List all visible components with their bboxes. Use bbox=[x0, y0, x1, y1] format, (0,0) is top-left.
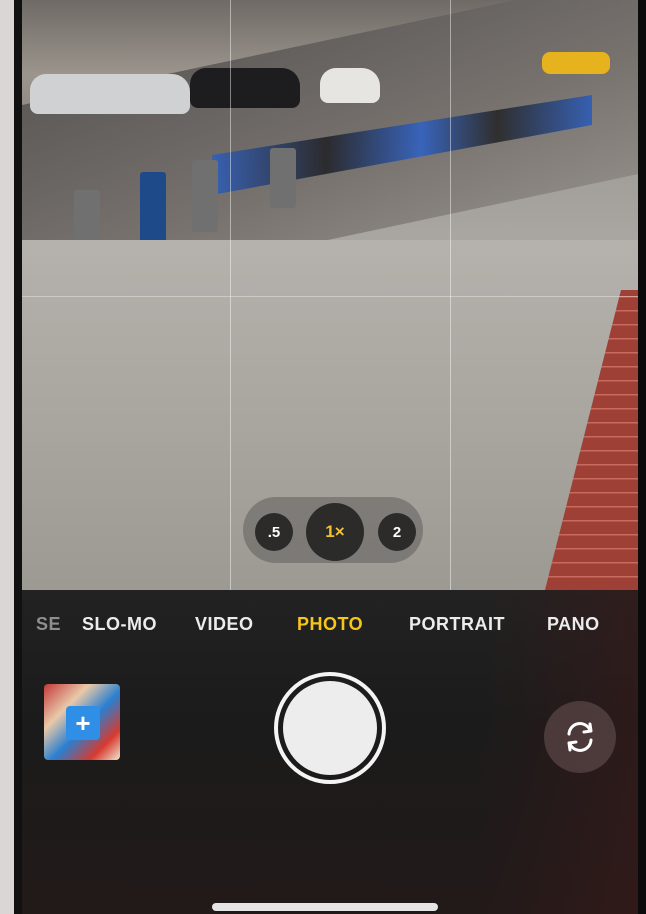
mode-pano[interactable]: PANO bbox=[547, 614, 600, 635]
mode-time-lapse[interactable]: SE bbox=[36, 614, 61, 635]
device-edge-right bbox=[638, 0, 646, 914]
home-indicator[interactable] bbox=[212, 903, 438, 911]
photo-thumbnail-icon[interactable]: + bbox=[44, 684, 120, 760]
zoom-1x-button[interactable]: 1× bbox=[306, 503, 364, 561]
shutter-button[interactable] bbox=[274, 672, 386, 784]
device-bezel-left bbox=[0, 0, 14, 914]
shutter-button-icon bbox=[283, 681, 377, 775]
plus-icon: + bbox=[66, 706, 100, 740]
scene-car bbox=[320, 68, 380, 103]
mode-video[interactable]: VIDEO bbox=[195, 614, 254, 635]
composition-grid-line bbox=[230, 0, 231, 590]
mode-photo[interactable]: PHOTO bbox=[297, 614, 363, 635]
camera-flip-icon bbox=[567, 722, 593, 752]
zoom-2x-button[interactable]: 2 bbox=[378, 513, 416, 551]
scene-taxi bbox=[542, 52, 610, 74]
scene-parked-cars bbox=[30, 62, 380, 132]
mode-slo-mo[interactable]: SLO-MO bbox=[82, 614, 157, 635]
scene-car bbox=[190, 68, 300, 108]
mode-portrait[interactable]: PORTRAIT bbox=[409, 614, 505, 635]
scene-bike-dock bbox=[192, 160, 218, 232]
zoom-0-5-button[interactable]: .5 bbox=[255, 513, 293, 551]
scene-car bbox=[30, 74, 190, 114]
composition-grid-line bbox=[22, 296, 640, 297]
composition-grid-line bbox=[450, 0, 451, 590]
camera-flip-button[interactable] bbox=[544, 701, 616, 773]
scene-bike-dock bbox=[270, 148, 296, 208]
